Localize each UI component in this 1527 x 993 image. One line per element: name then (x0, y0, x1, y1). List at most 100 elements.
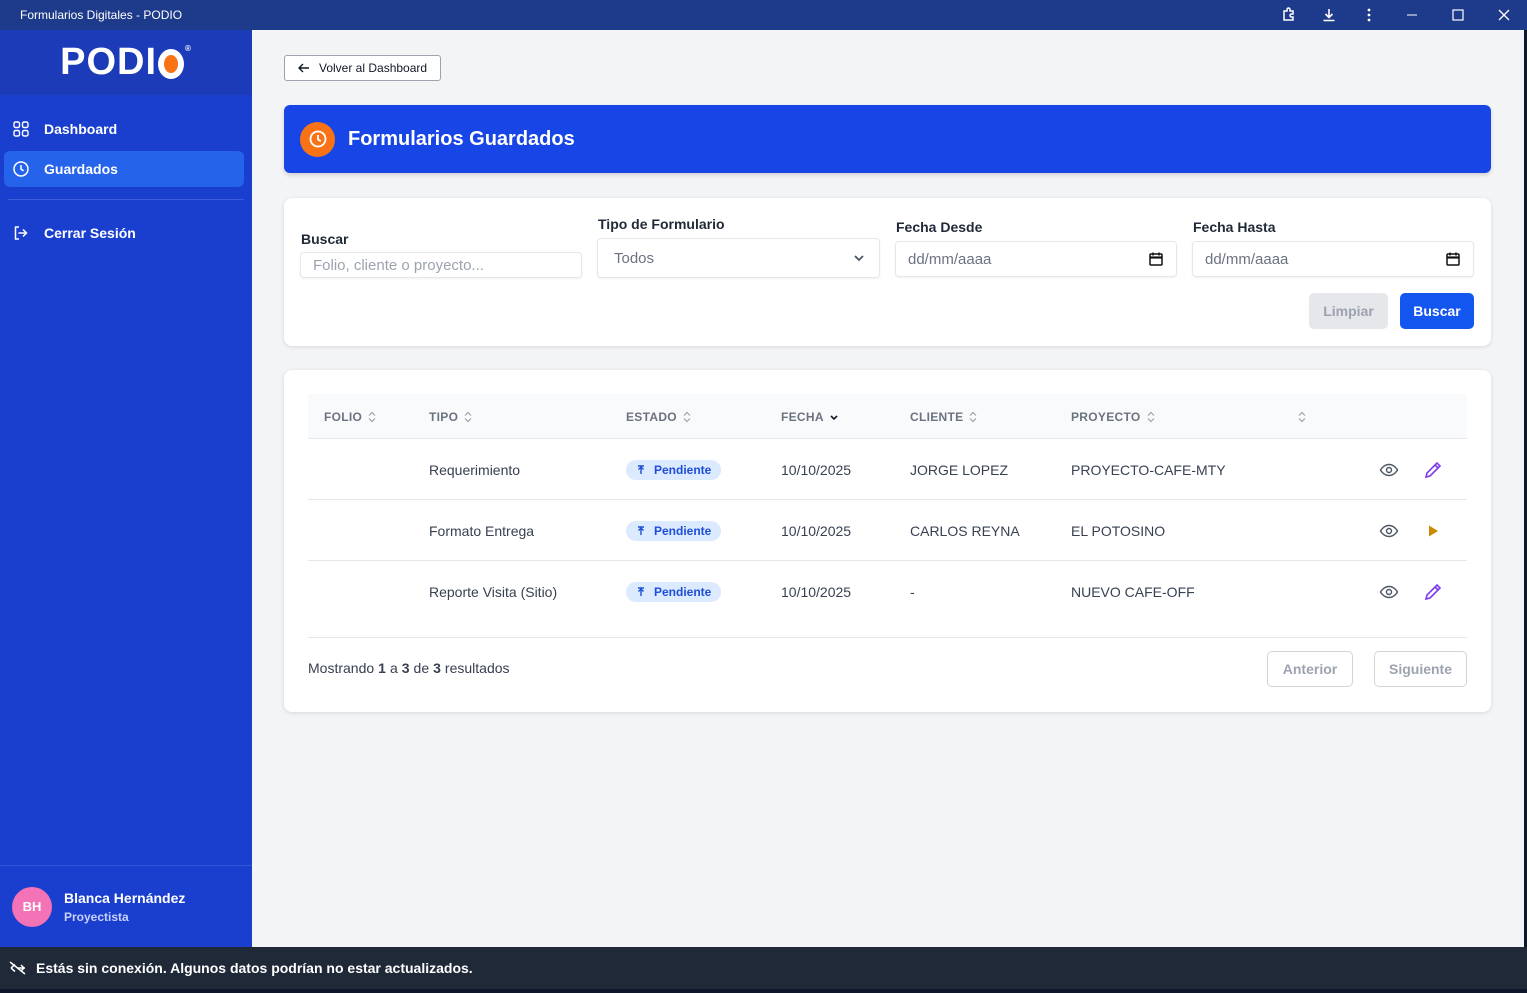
edit-button[interactable] (1423, 439, 1443, 500)
cell-fecha: 10/10/2025 (781, 522, 852, 539)
table-row: Formato Entrega Pendiente 10/10/2025 CAR… (308, 500, 1467, 561)
sort-desc-icon (830, 414, 838, 420)
cell-proyecto: EL POTOSINO (1071, 522, 1166, 539)
column-label: FECHA (781, 409, 824, 424)
cell-proyecto: NUEVO CAFE-OFF (1071, 583, 1195, 600)
download-icon[interactable] (1309, 0, 1349, 30)
date-from-label: Fecha Desde (896, 219, 983, 235)
results-table: FOLIO TIPO ESTADO FECHA CLIENTE PROYECTO (284, 370, 1491, 712)
table-header: FOLIO TIPO ESTADO FECHA CLIENTE PROYECTO (308, 394, 1467, 439)
sidebar-item-label: Guardados (44, 161, 118, 177)
previous-page-button[interactable]: Anterior (1267, 651, 1353, 687)
status-text: Pendiente (654, 462, 712, 477)
status-badge: Pendiente (626, 520, 722, 541)
next-page-button[interactable]: Siguiente (1374, 651, 1467, 687)
date-from-input[interactable]: dd/mm/aaaa (895, 241, 1177, 277)
cell-estado: Pendiente (626, 439, 722, 500)
avatar: BH (12, 886, 52, 927)
status-text: Pendiente (654, 523, 712, 538)
column-header-estado[interactable]: ESTADO (626, 394, 693, 439)
summary-sep: a (389, 660, 398, 676)
clear-button[interactable]: Limpiar (1309, 293, 1388, 329)
view-button[interactable] (1379, 561, 1399, 622)
grid-icon (13, 121, 29, 137)
view-button[interactable] (1379, 439, 1399, 500)
column-label: TIPO (429, 409, 459, 424)
column-header-fecha[interactable]: FECHA (781, 394, 840, 439)
form-type-label: Tipo de Formulario (598, 216, 725, 232)
window-titlebar: Formularios Digitales - PODIO (0, 0, 1527, 30)
summary-total: 3 (433, 660, 441, 676)
clock-icon (300, 121, 335, 157)
column-label: ESTADO (626, 409, 677, 424)
pencil-icon (1424, 583, 1442, 600)
date-to-label: Fecha Hasta (1193, 219, 1276, 235)
clock-icon (13, 161, 29, 177)
calendar-icon[interactable] (1148, 251, 1164, 267)
sidebar-item-dashboard[interactable]: Dashboard (4, 111, 244, 147)
titlebar-controls (1269, 0, 1527, 30)
results-summary: Mostrando 1 a 3 de 3 resultados (308, 660, 510, 676)
window-title: Formularios Digitales - PODIO (20, 8, 183, 22)
column-label: FOLIO (324, 409, 363, 424)
chevron-down-icon (851, 250, 867, 266)
form-type-select[interactable]: Todos (597, 238, 880, 278)
form-type-value: Todos (614, 249, 655, 267)
user-profile[interactable]: BH Blanca Hernández Proyectista (0, 865, 252, 947)
summary-prefix: Mostrando (308, 660, 375, 676)
cell-fecha: 10/10/2025 (781, 461, 852, 478)
registered-mark: ® (185, 44, 192, 53)
offline-banner: Estás sin conexión. Algunos datos podría… (0, 947, 1527, 989)
sort-icon (970, 411, 977, 422)
calendar-icon[interactable] (1445, 251, 1461, 267)
sort-icon (464, 411, 472, 422)
play-icon (1429, 525, 1438, 536)
cell-fecha: 10/10/2025 (781, 583, 852, 600)
summary-suffix: resultados (444, 660, 510, 676)
arrow-up-icon (638, 464, 644, 474)
page-header: Formularios Guardados (284, 105, 1491, 173)
table-footer-divider (308, 637, 1467, 638)
logo-text: PODI (60, 41, 157, 83)
sidebar-item-guardados[interactable]: Guardados (4, 151, 244, 187)
filter-panel: Buscar Folio, cliente o proyecto... Tipo… (284, 198, 1491, 346)
status-badge: Pendiente (626, 581, 722, 602)
column-header-proyecto[interactable]: PROYECTO (1071, 394, 1157, 439)
column-header-folio[interactable]: FOLIO (324, 394, 378, 439)
cell-cliente: JORGE LOPEZ (910, 461, 1009, 478)
edit-button[interactable] (1423, 561, 1443, 622)
podio-logo[interactable]: PODI ® (60, 41, 192, 84)
column-header-cliente[interactable]: CLIENTE (910, 394, 979, 439)
maximize-icon[interactable] (1435, 0, 1481, 30)
taskbar-strip (0, 989, 1527, 993)
logout-label: Cerrar Sesión (44, 225, 136, 241)
more-vertical-icon[interactable] (1349, 0, 1389, 30)
sidebar-divider (8, 199, 244, 200)
search-placeholder: Folio, cliente o proyecto... (313, 256, 484, 274)
date-to-input[interactable]: dd/mm/aaaa (1192, 241, 1474, 277)
search-button[interactable]: Buscar (1400, 293, 1474, 329)
cell-cliente: - (910, 583, 915, 600)
search-input[interactable]: Folio, cliente o proyecto... (300, 252, 582, 278)
extensions-icon[interactable] (1269, 0, 1309, 30)
minimize-icon[interactable] (1389, 0, 1435, 30)
close-icon[interactable] (1481, 0, 1527, 30)
main-content: Volver al Dashboard Formularios Guardado… (252, 30, 1524, 947)
sort-icon (368, 411, 376, 422)
column-header-tipo[interactable]: TIPO (429, 394, 474, 439)
view-button[interactable] (1379, 500, 1399, 561)
sidebar-item-label: Dashboard (44, 121, 118, 137)
logout-button[interactable]: Cerrar Sesión (4, 215, 244, 251)
continue-button[interactable] (1423, 500, 1443, 561)
search-label: Buscar (301, 231, 349, 247)
summary-to: 3 (401, 660, 410, 676)
back-to-dashboard-button[interactable]: Volver al Dashboard (284, 55, 441, 81)
summary-sep: de (413, 660, 430, 676)
cell-tipo: Requerimiento (429, 461, 521, 478)
column-header-actions[interactable] (1292, 394, 1308, 439)
cell-tipo: Reporte Visita (Sitio) (429, 583, 558, 600)
sort-icon (1147, 411, 1154, 422)
logo-o-mark (158, 48, 184, 79)
cell-cliente: CARLOS REYNA (910, 522, 1020, 539)
arrow-left-icon (298, 63, 309, 73)
